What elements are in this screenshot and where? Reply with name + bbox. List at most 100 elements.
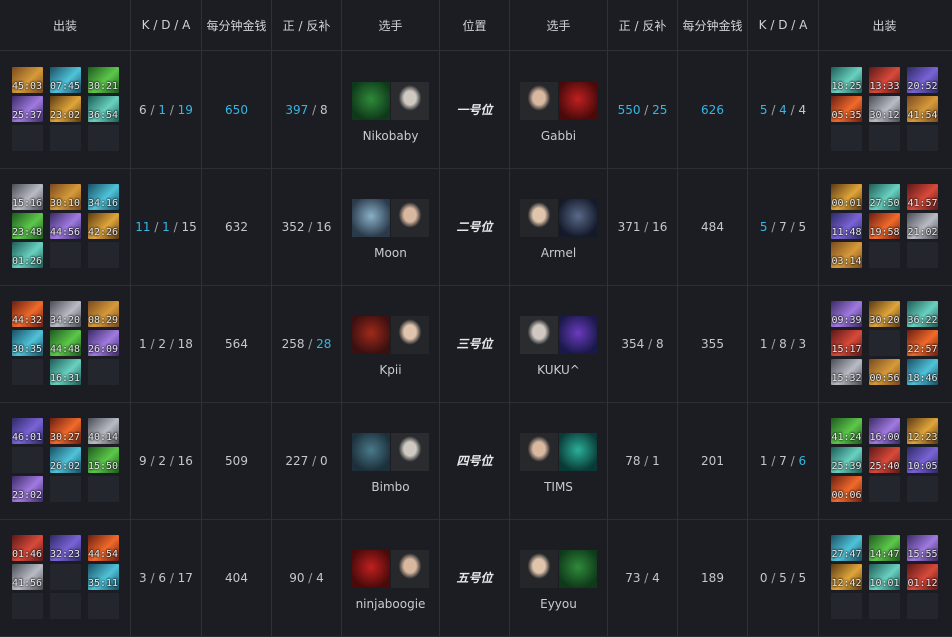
player-photo[interactable] <box>391 82 429 120</box>
item-slot[interactable] <box>49 593 81 619</box>
item-slot[interactable]: 03:14 <box>831 242 862 268</box>
item-slot[interactable]: 10:01 <box>869 564 900 590</box>
item-slot[interactable]: 30:12 <box>869 96 900 122</box>
item-slot[interactable]: 27:47 <box>831 535 862 561</box>
player-photo[interactable] <box>520 82 558 120</box>
item-slot[interactable]: 09:39 <box>831 301 862 327</box>
item-slot[interactable]: 26:02 <box>49 447 81 473</box>
player-name[interactable]: ninjaboogie <box>356 597 426 611</box>
item-slot[interactable] <box>907 476 938 502</box>
item-slot[interactable]: 12:42 <box>831 564 862 590</box>
player-photo[interactable] <box>391 550 429 588</box>
item-slot[interactable]: 15:17 <box>831 330 862 356</box>
item-slot[interactable] <box>49 242 81 268</box>
item-slot[interactable]: 35:11 <box>87 564 119 590</box>
item-slot[interactable]: 20:52 <box>907 67 938 93</box>
item-slot[interactable] <box>869 593 900 619</box>
item-slot[interactable]: 19:58 <box>869 213 900 239</box>
item-slot[interactable]: 10:05 <box>907 447 938 473</box>
item-slot[interactable] <box>11 447 43 473</box>
item-slot[interactable]: 34:20 <box>49 301 81 327</box>
item-slot[interactable]: 00:56 <box>869 359 900 385</box>
hero-portrait[interactable] <box>352 199 390 237</box>
item-slot[interactable]: 34:16 <box>87 184 119 210</box>
item-slot[interactable]: 30:20 <box>869 301 900 327</box>
item-slot[interactable]: 23:48 <box>11 213 43 239</box>
item-slot[interactable]: 16:31 <box>49 359 81 385</box>
item-slot[interactable]: 15:32 <box>831 359 862 385</box>
item-slot[interactable] <box>49 125 81 151</box>
player-cell-right[interactable]: Gabbi <box>510 51 608 168</box>
item-slot[interactable]: 44:54 <box>87 535 119 561</box>
item-slot[interactable]: 36:22 <box>907 301 938 327</box>
item-slot[interactable]: 08:29 <box>87 301 119 327</box>
player-name[interactable]: Gabbi <box>541 129 576 143</box>
item-slot[interactable]: 18:46 <box>907 359 938 385</box>
player-name[interactable]: Armel <box>541 246 576 260</box>
player-photo[interactable] <box>391 316 429 354</box>
item-slot[interactable]: 21:02 <box>907 213 938 239</box>
item-slot[interactable]: 11:48 <box>831 213 862 239</box>
item-slot[interactable]: 23:02 <box>49 96 81 122</box>
item-slot[interactable]: 40:14 <box>87 418 119 444</box>
hero-portrait[interactable] <box>559 316 597 354</box>
player-cell-left[interactable]: Kpii <box>342 285 440 402</box>
item-slot[interactable]: 01:46 <box>11 535 43 561</box>
hero-portrait[interactable] <box>559 433 597 471</box>
hero-portrait[interactable] <box>352 550 390 588</box>
item-slot[interactable] <box>907 593 938 619</box>
player-cell-left[interactable]: Moon <box>342 168 440 285</box>
item-slot[interactable] <box>831 593 862 619</box>
player-name[interactable]: Moon <box>374 246 407 260</box>
item-slot[interactable]: 41:57 <box>907 184 938 210</box>
item-slot[interactable]: 27:50 <box>869 184 900 210</box>
hero-portrait[interactable] <box>352 82 390 120</box>
item-slot[interactable]: 44:56 <box>49 213 81 239</box>
hero-portrait[interactable] <box>559 82 597 120</box>
player-cell-left[interactable]: Bimbo <box>342 402 440 519</box>
item-slot[interactable]: 45:03 <box>11 67 43 93</box>
item-slot[interactable]: 26:09 <box>87 330 119 356</box>
player-cell-right[interactable]: Eyyou <box>510 519 608 636</box>
item-slot[interactable] <box>907 125 938 151</box>
player-cell-left[interactable]: Nikobaby <box>342 51 440 168</box>
player-name[interactable]: KUKU^ <box>537 363 580 377</box>
player-photo[interactable] <box>520 316 558 354</box>
item-slot[interactable]: 32:23 <box>49 535 81 561</box>
player-photo[interactable] <box>391 199 429 237</box>
item-slot[interactable]: 07:45 <box>49 67 81 93</box>
item-slot[interactable]: 36:54 <box>87 96 119 122</box>
item-slot[interactable] <box>11 125 43 151</box>
item-slot[interactable]: 46:01 <box>11 418 43 444</box>
item-slot[interactable]: 15:16 <box>11 184 43 210</box>
item-slot[interactable] <box>907 242 938 268</box>
item-slot[interactable] <box>49 564 81 590</box>
item-slot[interactable]: 00:06 <box>831 476 862 502</box>
item-slot[interactable]: 14:47 <box>869 535 900 561</box>
item-slot[interactable]: 30:27 <box>49 418 81 444</box>
player-cell-right[interactable]: Armel <box>510 168 608 285</box>
player-name[interactable]: Bimbo <box>371 480 409 494</box>
item-slot[interactable] <box>869 125 900 151</box>
item-slot[interactable]: 25:39 <box>831 447 862 473</box>
item-slot[interactable] <box>87 476 119 502</box>
player-cell-left[interactable]: ninjaboogie <box>342 519 440 636</box>
item-slot[interactable]: 13:33 <box>869 67 900 93</box>
item-slot[interactable]: 30:10 <box>49 184 81 210</box>
item-slot[interactable]: 30:21 <box>87 67 119 93</box>
item-slot[interactable]: 44:48 <box>49 330 81 356</box>
item-slot[interactable]: 22:57 <box>907 330 938 356</box>
item-slot[interactable] <box>831 125 862 151</box>
item-slot[interactable]: 01:12 <box>907 564 938 590</box>
item-slot[interactable]: 12:23 <box>907 418 938 444</box>
player-cell-right[interactable]: TIMS <box>510 402 608 519</box>
item-slot[interactable]: 41:56 <box>11 564 43 590</box>
item-slot[interactable]: 41:24 <box>831 418 862 444</box>
item-slot[interactable]: 15:50 <box>87 447 119 473</box>
item-slot[interactable]: 25:40 <box>869 447 900 473</box>
item-slot[interactable]: 00:01 <box>831 184 862 210</box>
item-slot[interactable] <box>87 125 119 151</box>
item-slot[interactable]: 16:00 <box>869 418 900 444</box>
item-slot[interactable] <box>11 359 43 385</box>
item-slot[interactable] <box>869 242 900 268</box>
